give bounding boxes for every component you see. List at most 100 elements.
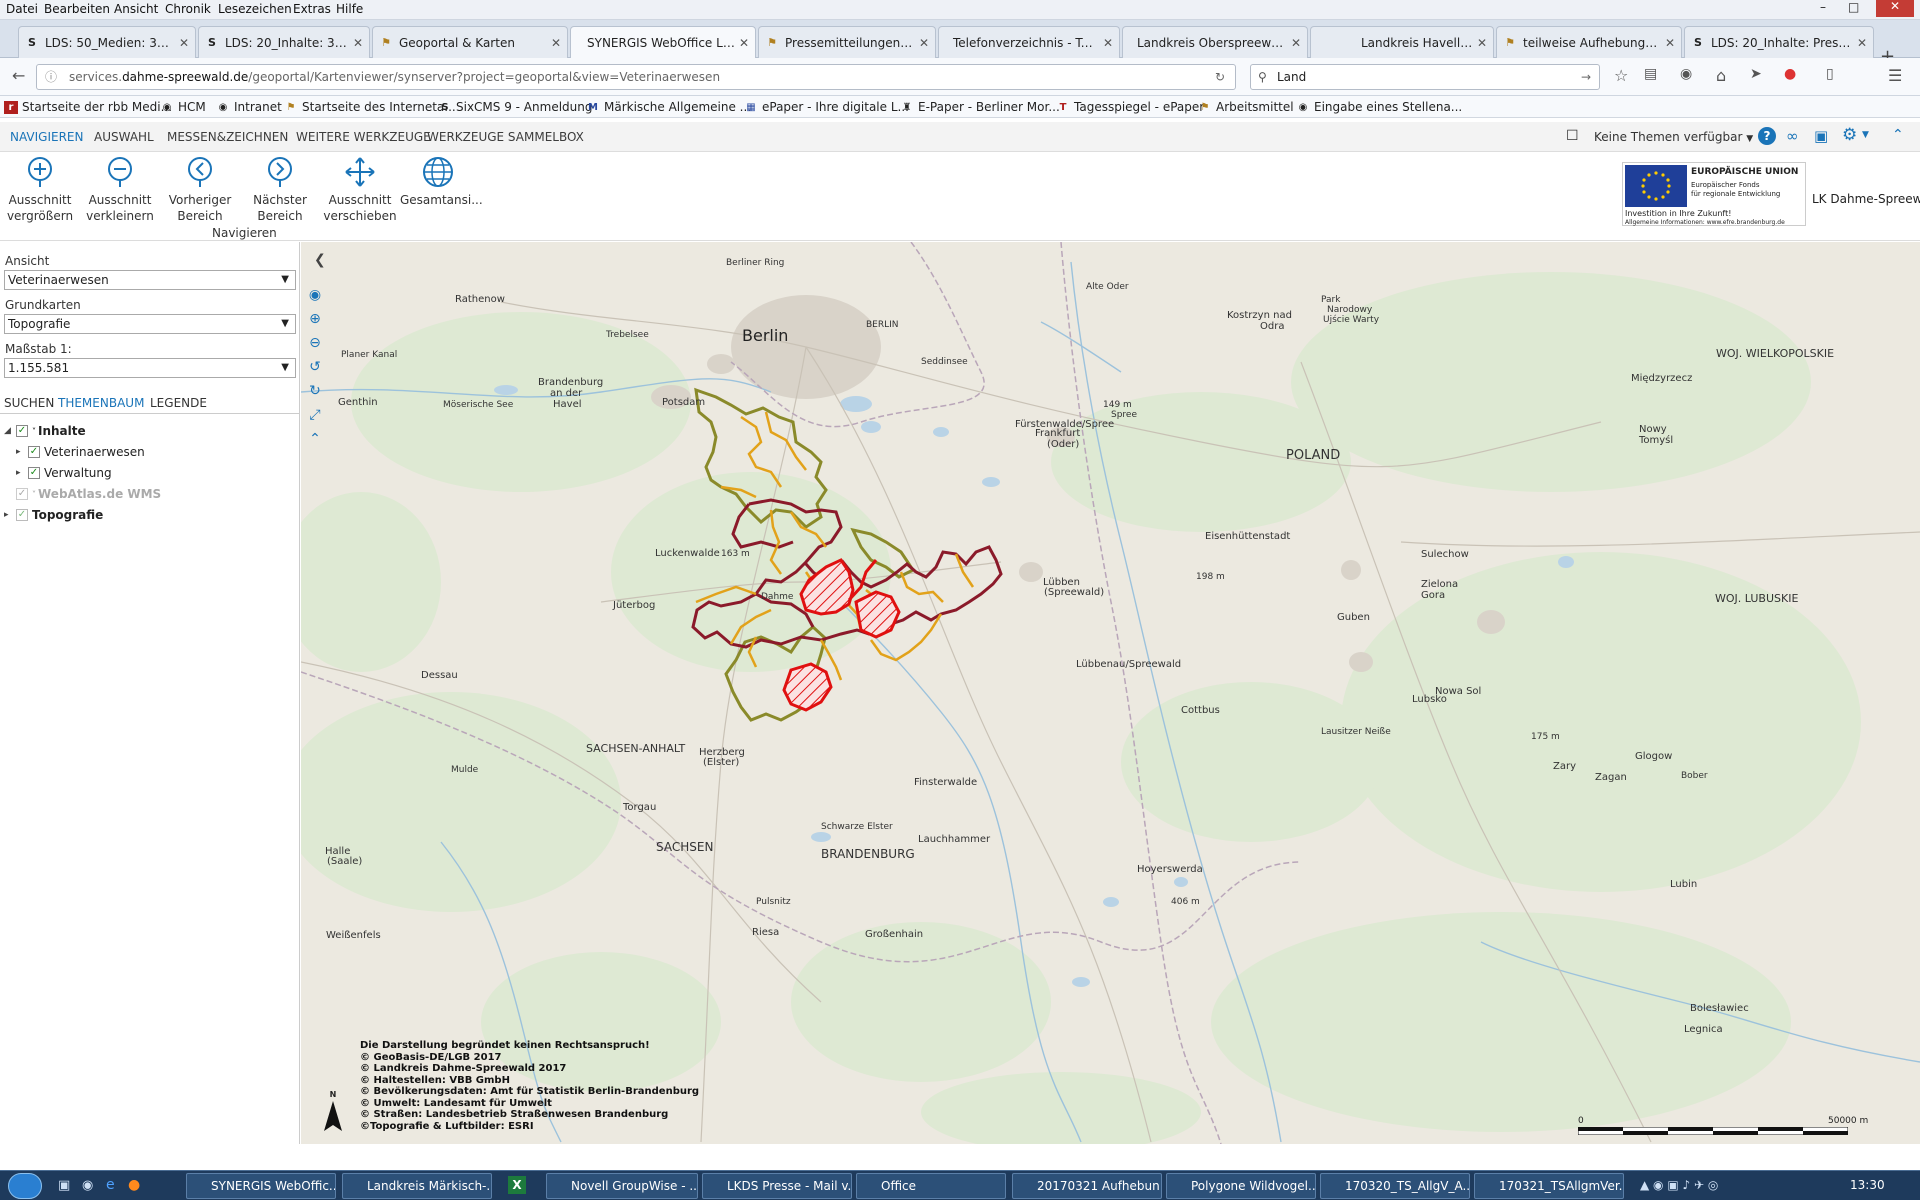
menu-extras[interactable]: Extras	[293, 2, 331, 16]
taskbar-item[interactable]: SYNERGIS WebOffic...	[186, 1173, 336, 1199]
url-bar[interactable]: ⓘ services.dahme-spreewald.de/geoportal/…	[36, 64, 1236, 90]
tree-item-veterinaerwesen[interactable]: ▸ ✓ Veterinaerwesen	[16, 445, 145, 459]
search-input[interactable]: ⚲ Land →	[1250, 64, 1600, 90]
collapse-ribbon-icon[interactable]: ⌃	[1892, 127, 1904, 143]
trash-icon[interactable]: ▯	[1826, 66, 1834, 82]
tab-close-icon[interactable]: ✕	[1291, 36, 1301, 50]
reading-list-icon[interactable]: ▤	[1644, 66, 1657, 82]
taskbar-item[interactable]: Landkreis Märkisch-...	[342, 1173, 492, 1199]
browser-tab[interactable]: S LDS: 50_Medien: 30_Ei... ✕	[18, 26, 196, 58]
chevron-down-icon[interactable]: ▼	[1862, 130, 1869, 140]
checkbox-checked-icon[interactable]: ✓	[28, 446, 40, 458]
browser-tab[interactable]: Landkreis Oberspreewald-... ✕	[1122, 26, 1308, 58]
tab-close-icon[interactable]: ✕	[353, 36, 363, 50]
gear-icon[interactable]: ⚙	[1842, 125, 1857, 145]
send-icon[interactable]: ➤	[1750, 66, 1762, 82]
tab-close-icon[interactable]: ✕	[1665, 36, 1675, 50]
desktop-icon[interactable]: ▣	[58, 1178, 70, 1193]
tab-werkzeuge-sammelbox[interactable]: WERKZEUGE SAMMELBOX	[427, 130, 584, 144]
expand-arrow-icon[interactable]: ▸	[4, 510, 14, 520]
taskbar-item[interactable]: LKDS Presse - Mail v...	[702, 1173, 852, 1199]
tree-item-verwaltung[interactable]: ▸ ✓ Verwaltung	[16, 466, 112, 480]
tree-item-inhalte[interactable]: ◢ ✓ ˅ Inhalte	[4, 424, 86, 438]
bookmark-item[interactable]: M Märkische Allgemeine ...	[586, 100, 751, 114]
tab-close-icon[interactable]: ✕	[739, 36, 749, 50]
hamburger-menu-icon[interactable]: ☰	[1888, 66, 1902, 85]
full-extent-button[interactable]: Gesamtansi...	[400, 156, 483, 208]
tab-auswahl[interactable]: AUSWAHL	[94, 130, 154, 144]
browser-tab[interactable]: ⚑ teilweise Aufhebung d... ✕	[1496, 26, 1682, 58]
tab-navigieren[interactable]: NAVIGIEREN	[10, 130, 83, 144]
tab-themenbaum[interactable]: THEMENBAUM	[58, 396, 144, 410]
back-icon[interactable]: ←	[12, 66, 25, 85]
tab-close-icon[interactable]: ✕	[919, 36, 929, 50]
browser-tab[interactable]: ⚑ Pressemitteilungen im... ✕	[758, 26, 936, 58]
tab-close-icon[interactable]: ✕	[1857, 36, 1867, 50]
browser-tab[interactable]: S LDS: 20_Inhalte: Presse... ✕	[1684, 26, 1874, 58]
checkbox-checked-icon[interactable]: ✓	[28, 467, 40, 479]
expand-arrow-icon[interactable]: ▸	[16, 468, 26, 478]
go-arrow-icon[interactable]: →	[1581, 65, 1591, 89]
bookmark-item[interactable]: ♜ E-Paper - Berliner Mor...	[900, 100, 1060, 114]
chevron-up-icon[interactable]: ⌃	[304, 428, 326, 450]
menu-lesezeichen[interactable]: Lesezeichen	[218, 2, 292, 16]
globe-icon[interactable]: ◉	[304, 284, 326, 306]
menu-chronik[interactable]: Chronik	[165, 2, 211, 16]
excel-icon[interactable]: X	[508, 1176, 526, 1194]
menu-datei[interactable]: Datei	[6, 2, 38, 16]
home-icon[interactable]: ⌂	[1716, 66, 1726, 85]
reload-icon[interactable]: ↻	[1215, 65, 1225, 89]
tab-close-icon[interactable]: ✕	[1103, 36, 1113, 50]
checkbox-disabled-icon[interactable]: ✓	[16, 488, 28, 500]
bookmark-item[interactable]: ⚑ Startseite des Interneta...	[284, 100, 456, 114]
zoom-in-icon[interactable]: ⊕	[304, 308, 326, 330]
taskbar-item[interactable]: Novell GroupWise - ...	[546, 1173, 698, 1199]
tab-messen-zeichnen[interactable]: MESSEN&ZEICHNEN	[167, 130, 288, 144]
browser-tab[interactable]: S LDS: 20_Inhalte: 32_Sei... ✕	[198, 26, 370, 58]
taskbar-item[interactable]: 20170321 Aufhebun...	[1012, 1173, 1162, 1199]
taskbar-item[interactable]: Office	[856, 1173, 1006, 1199]
tab-suchen[interactable]: SUCHEN	[4, 396, 54, 410]
pocket-icon[interactable]: ◉	[1680, 66, 1692, 82]
menu-bearbeiten[interactable]: Bearbeiten	[44, 2, 110, 16]
tab-close-icon[interactable]: ✕	[179, 36, 189, 50]
bookmark-item[interactable]: ▦ ePaper - Ihre digitale L...	[744, 100, 909, 114]
firefox-icon[interactable]: ●	[128, 1177, 140, 1193]
collapse-panel-icon[interactable]: ❮	[314, 252, 326, 268]
zoom-out-button[interactable]: Ausschnitt verkleinern	[82, 156, 158, 224]
minimize-icon[interactable]: –	[1820, 0, 1826, 14]
taskbar-item[interactable]: Polygone Wildvogel...	[1166, 1173, 1316, 1199]
zoom-out-icon[interactable]: ⊖	[304, 332, 326, 354]
basemap-select[interactable]: Topografie ▼	[4, 314, 296, 334]
checkbox-checked-icon[interactable]: ✓	[16, 425, 28, 437]
map-canvas[interactable]: Berlin BERLIN Berliner Ring Rathenow Genthin…	[301, 242, 1920, 1144]
checkbox-checked-icon[interactable]: ✓	[16, 509, 28, 521]
bookmark-item[interactable]: ◉ HCM	[160, 100, 206, 114]
bookmark-item[interactable]: T Tagesspiegel - ePaper	[1056, 100, 1205, 114]
browser-tab[interactable]: Telefonverzeichnis - Telef... ✕	[938, 26, 1120, 58]
maximize-icon[interactable]: □	[1848, 0, 1859, 14]
next-extent-icon[interactable]: ↻	[304, 380, 326, 402]
collapse-arrow-icon[interactable]: ◢	[4, 426, 14, 436]
save-icon[interactable]: ▣	[1814, 127, 1828, 145]
browser-tab-active[interactable]: SYNERGIS WebOffice LK D... ✕	[570, 26, 756, 58]
view-select[interactable]: Veterinaerwesen ▼	[4, 270, 296, 290]
browser-tab[interactable]: Landkreis Havelland - offiz... ✕	[1310, 26, 1494, 58]
taskbar-item[interactable]: 170320_TS_AllgV_A...	[1320, 1173, 1470, 1199]
window-close-icon[interactable]: ✕	[1876, 0, 1914, 17]
browser-tab[interactable]: ⚑ Geoportal & Karten ✕	[372, 26, 568, 58]
addon-icon[interactable]: ●	[1784, 66, 1796, 82]
bookmark-item[interactable]: r Startseite der rbb Medi...	[4, 100, 172, 114]
tab-weitere-werkzeuge[interactable]: WEITERE WERKZEUGE	[296, 130, 431, 144]
previous-extent-icon[interactable]: ↺	[304, 356, 326, 378]
start-button-icon[interactable]	[8, 1173, 42, 1199]
themes-dropdown[interactable]: Keine Themen verfügbar ▼	[1594, 130, 1753, 144]
zoom-in-button[interactable]: Ausschnitt vergrößern	[2, 156, 78, 224]
bookmark-item[interactable]: S SixCMS 9 - Anmeldung	[438, 100, 592, 114]
tab-close-icon[interactable]: ✕	[551, 36, 561, 50]
expand-arrow-icon[interactable]: ▸	[16, 447, 26, 457]
bookmark-item[interactable]: ⚑ Arbeitsmittel	[1198, 100, 1294, 114]
fullscreen-icon[interactable]: ⤢	[304, 404, 326, 426]
bookmark-item[interactable]: ◉ Eingabe eines Stellena...	[1296, 100, 1463, 114]
explorer-icon[interactable]: ◉	[82, 1178, 93, 1193]
